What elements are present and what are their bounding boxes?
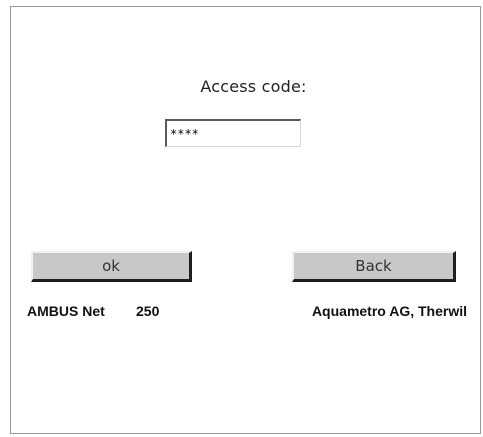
back-button[interactable]: Back [292,251,456,282]
product-number: 250 [136,303,160,319]
product-name: AMBUS Net [27,303,105,319]
login-panel: Access code: ok Back AMBUS Net 250 Aquam… [10,6,481,434]
access-code-label: Access code: [200,77,307,96]
ok-button[interactable]: ok [31,251,192,282]
company-name: Aquametro AG, Therwil [311,303,467,319]
access-code-input[interactable] [165,119,301,147]
